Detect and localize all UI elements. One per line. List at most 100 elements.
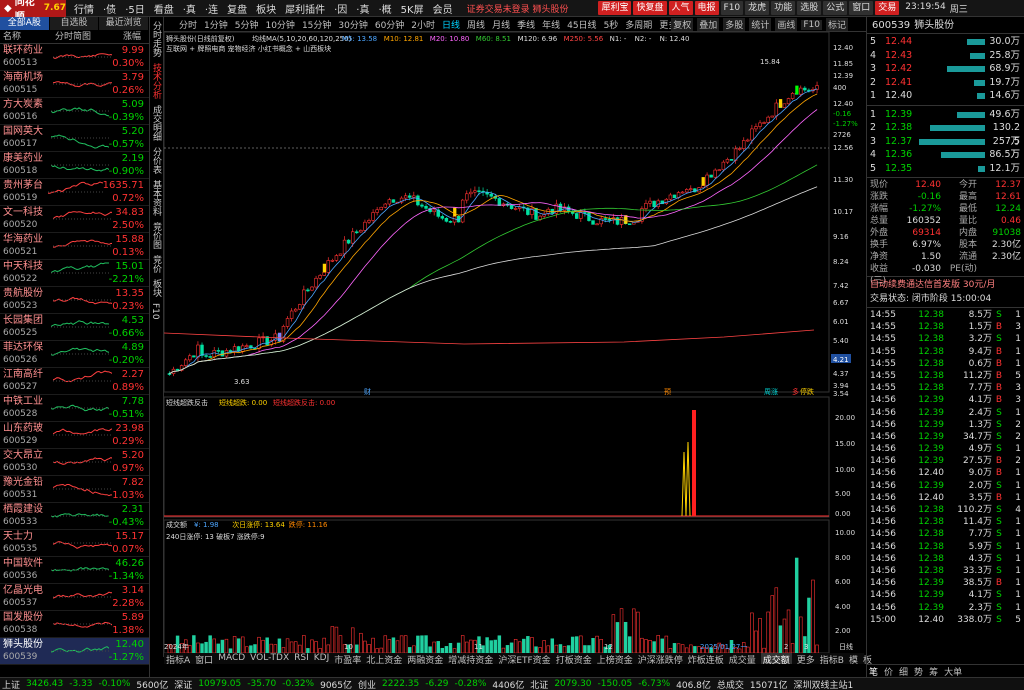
watchlist-row[interactable]: 天士力 600535 15.17 0.07% bbox=[0, 530, 149, 557]
indicator-tab-1[interactable]: 窗口 bbox=[195, 653, 213, 666]
period-tab-5[interactable]: 30分钟 bbox=[338, 18, 367, 31]
watchlist-row[interactable]: 贵航股份 600523 13.35 0.23% bbox=[0, 287, 149, 314]
watchlist-row[interactable]: 江南高纤 600527 2.27 0.89% bbox=[0, 368, 149, 395]
indicator-tab-6[interactable]: 市盈率 bbox=[334, 653, 361, 666]
toolbar-button-5[interactable]: 龙虎 bbox=[745, 1, 770, 15]
period-tab-11[interactable]: 季线 bbox=[517, 18, 535, 31]
watchlist-row[interactable]: 联环药业 600513 9.99 0.30% bbox=[0, 44, 149, 71]
watchlist-row[interactable]: 贵州茅台 600519 1635.71 0.72% bbox=[0, 179, 149, 206]
indicator-tab-10[interactable]: 沪深ETF资金 bbox=[498, 653, 550, 666]
period-tab-13[interactable]: 45日线 bbox=[567, 18, 596, 31]
watchlist-row[interactable]: 方大炭素 600516 5.09 -0.39% bbox=[0, 98, 149, 125]
view-tab-4[interactable]: 基本资料 bbox=[150, 178, 163, 218]
indicator-tab-17[interactable]: 更多 bbox=[797, 653, 815, 666]
indicator-tab-2[interactable]: MACD bbox=[218, 653, 245, 664]
chart-tool-2[interactable]: 多股 bbox=[723, 18, 746, 31]
app-logo[interactable]: ◆同花顺7.67 bbox=[0, 0, 66, 23]
chart-tool-4[interactable]: 画线 bbox=[775, 18, 798, 31]
subscription-info[interactable]: 自动续费通达信首发版 30元/月 bbox=[867, 278, 1024, 292]
toolbar-button-7[interactable]: 选股 bbox=[797, 1, 822, 15]
watchlist-row[interactable]: 中铁工业 600528 7.78 -0.51% bbox=[0, 395, 149, 422]
ask-row[interactable]: 3 12.42 68.9万 bbox=[867, 62, 1024, 76]
menu-item-0[interactable]: 行情 bbox=[74, 1, 94, 16]
period-tab-1[interactable]: 1分钟 bbox=[204, 18, 228, 31]
toolbar-button-4[interactable]: F10 bbox=[720, 1, 744, 15]
watchlist-tab-2[interactable]: 最近浏览 bbox=[99, 17, 150, 30]
watchlist-col-1[interactable]: 分时简图 bbox=[55, 30, 117, 43]
menu-item-2[interactable]: ·5日 bbox=[125, 1, 145, 16]
chart-tool-6[interactable]: 标记 bbox=[825, 18, 848, 31]
indicator-tab-7[interactable]: 北上资金 bbox=[366, 653, 402, 666]
bid-row[interactable]: 4 12.36 86.5万 bbox=[867, 148, 1024, 162]
chart-tool-3[interactable]: 统计 bbox=[749, 18, 772, 31]
ask-row[interactable]: 2 12.41 19.7万 bbox=[867, 76, 1024, 90]
menu-item-10[interactable]: ·真 bbox=[356, 1, 369, 16]
period-tab-3[interactable]: 10分钟 bbox=[265, 18, 294, 31]
indicator-tab-15[interactable]: 成交量 bbox=[729, 653, 756, 666]
bid-row[interactable]: 1 12.39 49.6万 bbox=[867, 108, 1024, 122]
bid-row[interactable]: 3 12.37 257.5万 bbox=[867, 135, 1024, 161]
chart-tool-0[interactable]: 复权 bbox=[671, 18, 694, 31]
view-tab-3[interactable]: 分价表 bbox=[150, 145, 163, 176]
watchlist-row[interactable]: 栖霞建设 600533 2.31 -0.43% bbox=[0, 503, 149, 530]
menu-item-7[interactable]: 板块 bbox=[256, 1, 276, 16]
watchlist-row[interactable]: 长园集团 600525 4.53 -0.66% bbox=[0, 314, 149, 341]
toolbar-button-1[interactable]: 快复盘 bbox=[633, 1, 667, 15]
view-tab-6[interactable]: 竞价 bbox=[150, 253, 163, 275]
menu-item-1[interactable]: ·债 bbox=[103, 1, 116, 16]
toolbar-button-9[interactable]: 窗口 bbox=[849, 1, 874, 15]
watchlist-row[interactable]: 国网英大 600517 5.20 -0.57% bbox=[0, 125, 149, 152]
view-tab-1[interactable]: 技术分析 bbox=[150, 61, 163, 101]
period-tab-8[interactable]: 日线 bbox=[442, 18, 460, 31]
right-tab-0[interactable]: 笔 bbox=[869, 665, 878, 678]
watchlist-row[interactable]: 国发股份 600538 5.89 1.38% bbox=[0, 611, 149, 638]
menu-item-13[interactable]: 会员 bbox=[433, 1, 453, 16]
bid-row[interactable]: 5 12.35 12.1万 bbox=[867, 162, 1024, 176]
chart-tool-5[interactable]: F10 bbox=[801, 19, 822, 30]
right-tab-4[interactable]: 筹 bbox=[929, 665, 938, 678]
menu-item-5[interactable]: ·连 bbox=[205, 1, 218, 16]
view-tab-5[interactable]: 竞价图 bbox=[150, 220, 163, 251]
toolbar-button-10[interactable]: 交易 bbox=[875, 1, 900, 15]
menu-item-3[interactable]: 看盘 bbox=[154, 1, 174, 16]
indicator-tab-13[interactable]: 沪深涨跌停 bbox=[638, 653, 683, 666]
menu-item-9[interactable]: ·因 bbox=[334, 1, 347, 16]
menu-item-4[interactable]: ·真 bbox=[183, 1, 196, 16]
indicator-tab-9[interactable]: 增减持资金 bbox=[448, 653, 493, 666]
menu-item-12[interactable]: 5K屏 bbox=[401, 1, 424, 16]
indicator-tab-4[interactable]: RSI bbox=[294, 653, 309, 664]
period-tab-2[interactable]: 5分钟 bbox=[235, 18, 259, 31]
view-tab-8[interactable]: F10 bbox=[150, 301, 160, 322]
watchlist-tab-0[interactable]: 全部A股 bbox=[0, 17, 50, 30]
watchlist-row[interactable]: 山东药玻 600529 23.98 0.29% bbox=[0, 422, 149, 449]
view-tab-7[interactable]: 板块 bbox=[150, 277, 163, 299]
bid-row[interactable]: 2 12.38 130.2万 bbox=[867, 121, 1024, 147]
watchlist-row[interactable]: 豫光金铅 600531 7.82 1.03% bbox=[0, 476, 149, 503]
right-tab-1[interactable]: 价 bbox=[884, 665, 893, 678]
right-tab-5[interactable]: 大单 bbox=[944, 665, 962, 678]
toolbar-button-3[interactable]: 电报 bbox=[694, 1, 719, 15]
watchlist-row[interactable]: 狮头股份 600539 12.40 -1.27% bbox=[0, 638, 149, 665]
period-tab-15[interactable]: 多周期 bbox=[625, 18, 652, 31]
watchlist-row[interactable]: 交大昂立 600530 5.20 0.97% bbox=[0, 449, 149, 476]
menu-item-11[interactable]: ·概 bbox=[378, 1, 391, 16]
tick-list[interactable]: 14:55 12.38 8.5万 S 1 14:55 12.38 1.5万 B 3 14:55 12.… bbox=[867, 309, 1024, 626]
chart-tool-1[interactable]: 叠加 bbox=[697, 18, 720, 31]
right-tab-2[interactable]: 细 bbox=[899, 665, 908, 678]
watchlist-row[interactable]: 康美药业 600518 2.19 -0.90% bbox=[0, 152, 149, 179]
period-tab-10[interactable]: 月线 bbox=[492, 18, 510, 31]
toolbar-button-2[interactable]: 人气 bbox=[668, 1, 693, 15]
indicator-tab-19[interactable]: 模 bbox=[849, 653, 858, 666]
watchlist-col-2[interactable]: 涨幅 bbox=[117, 30, 149, 43]
toolbar-button-6[interactable]: 功能 bbox=[771, 1, 796, 15]
period-tab-12[interactable]: 年线 bbox=[542, 18, 560, 31]
login-notice[interactable]: 证券交易未登录 狮头股份 bbox=[467, 2, 569, 15]
indicator-tab-12[interactable]: 上榜资金 bbox=[597, 653, 633, 666]
indicator-tab-14[interactable]: 炸板连板 bbox=[688, 653, 724, 666]
view-tab-2[interactable]: 成交明细 bbox=[150, 103, 163, 143]
toolbar-button-0[interactable]: 犀利宝 bbox=[598, 1, 632, 15]
watchlist-tab-1[interactable]: 自选股 bbox=[49, 17, 100, 30]
kline-chart-area[interactable]: 狮头股份(日线前复权) 均线MA(5,10,20,60,120,250) M5: 1… bbox=[163, 31, 866, 657]
watchlist-row[interactable]: 亿晶光电 600537 3.14 2.28% bbox=[0, 584, 149, 611]
indicator-tab-0[interactable]: 指标A bbox=[166, 653, 190, 666]
